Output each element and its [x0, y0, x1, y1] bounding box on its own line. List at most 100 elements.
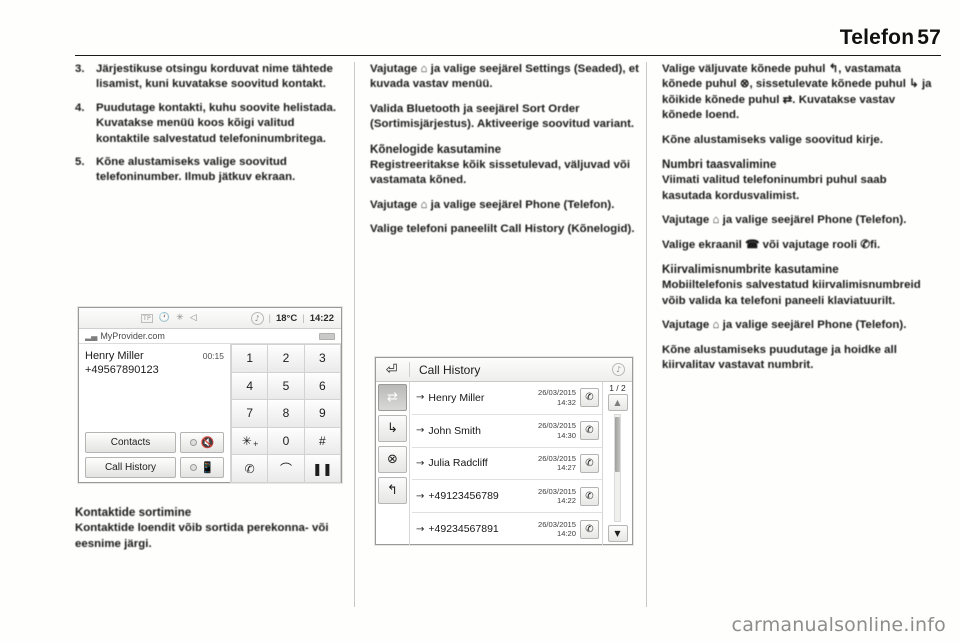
section-text-sorting: Kontaktide loendit võib sortida perekonn… [75, 522, 329, 550]
call-button[interactable]: ✆ [580, 519, 599, 539]
contacts-button[interactable]: Contacts [85, 432, 176, 453]
call-entry-time: 14:27 [556, 463, 576, 473]
paragraph-speed-dial-info: Mobiiltelefonis salvestatud kiirvalimisn… [662, 279, 921, 307]
call-button[interactable]: ✆ [580, 486, 599, 506]
scrollbar-track[interactable] [614, 414, 621, 522]
table-row[interactable]: → Julia Radcliff 26/03/2015 14:27 ✆ [412, 448, 602, 481]
call-history-button[interactable]: Call History [85, 457, 176, 478]
table-row[interactable]: → John Smith 26/03/2015 14:30 ✆ [412, 415, 602, 448]
filter-tab-missed-calls[interactable]: ⊗ [378, 446, 407, 473]
header-divider [409, 362, 410, 377]
call-hold-button[interactable]: ❚❚ [304, 455, 340, 482]
call-direction-icon: → [416, 490, 425, 502]
call-direction-icon: → [416, 457, 425, 469]
call-entry-time: 14:22 [556, 496, 576, 506]
phone-handset-icon: ✆ [244, 461, 255, 476]
page-header: Telefon 57 [75, 26, 941, 60]
scrollbar[interactable]: 1 / 2 ▲ ▼ [602, 382, 632, 545]
scrollbar-thumb[interactable] [615, 417, 620, 473]
section-heading-call-logs: Kõnelogide kasutamine [370, 142, 502, 156]
call-entry-name: Henry Miller [428, 391, 485, 404]
column-divider-2 [646, 62, 647, 607]
filter-tab-all-calls[interactable]: ⇄ [378, 384, 407, 411]
paragraph-settings-menu: Vajutage ⌂ ja valige seejärel Settings (… [370, 63, 639, 91]
list-item-text: Puudutage kontakti, kuhu soovite helista… [96, 101, 337, 145]
table-row[interactable]: → Henry Miller 26/03/2015 14:32 ✆ [412, 382, 602, 415]
call-entry-datetime: 26/03/2015 14:32 [538, 388, 576, 407]
keypad-key-5[interactable]: 5 [268, 372, 304, 400]
call-entry-datetime: 26/03/2015 14:30 [538, 421, 576, 440]
call-entry-name: +49123456789 [428, 490, 499, 503]
watermark: carmanualsonline.info [731, 614, 946, 636]
call-end-button[interactable]: ⌒ [268, 455, 304, 482]
manual-page: Telefon 57 3. Järjestikuse otsingu korduv… [0, 0, 960, 642]
list-item: 5. Kõne alustamiseks valige soovitud tel… [75, 155, 347, 186]
header-section-title: Telefon [839, 26, 915, 49]
call-direction-icon: → [416, 523, 425, 535]
music-note-icon[interactable]: ♪ [612, 363, 625, 376]
keypad-key-4[interactable]: 4 [232, 372, 268, 400]
call-history-list: → Henry Miller 26/03/2015 14:32 ✆ → John… [410, 382, 602, 545]
hangup-icon: ⌒ [279, 462, 292, 477]
temperature-readout: 18°C [275, 312, 298, 324]
call-history-body: ⇄ ↳ ⊗ ↰ → Henry Miller 26/03/2015 14:32 … [376, 382, 632, 545]
led-indicator [189, 439, 197, 446]
column-left: 3. Järjestikuse otsingu korduvat nime tä… [75, 62, 347, 194]
keypad-key-2[interactable]: 2 [268, 345, 304, 372]
clock-readout: 14:22 [309, 312, 334, 324]
back-icon[interactable]: ⏎ [383, 362, 400, 378]
keypad-key-3[interactable]: 3 [304, 345, 340, 372]
status-bar-icons: TP 🕐 ✳ ◁ [141, 313, 197, 323]
mute-microphone-button[interactable]: 🔇 [180, 432, 224, 453]
paragraph-speed-dial-open-phone: Vajutage ⌂ ja valige seejärel Phone (Tel… [662, 319, 907, 332]
call-button[interactable]: ✆ [580, 388, 599, 408]
phone-screen-body: Henry Miller 00:15 +49567890123 Contacts… [79, 344, 341, 483]
call-button[interactable]: ✆ [580, 453, 599, 473]
keypad-key-0[interactable]: 0 [268, 427, 304, 455]
call-entry-datetime: 26/03/2015 14:22 [538, 487, 576, 506]
list-item-number: 5. [75, 156, 85, 169]
paragraph-speed-dial-hold: Kõne alustamiseks puudutage ja hoidke al… [662, 343, 897, 372]
keypad-key-9[interactable]: 9 [304, 400, 340, 427]
call-answer-button[interactable]: ✆ [232, 455, 268, 482]
call-entry-date: 26/03/2015 [537, 388, 576, 398]
keypad-key-6[interactable]: 6 [304, 372, 340, 400]
column-right: Valige väljuvate kõnede puhul ↰, vastama… [662, 62, 934, 383]
status-bar-right: ♪ | 18°C | 14:22 [250, 311, 334, 325]
list-item-text: Järjestikuse otsingu korduvat nime tähte… [96, 63, 333, 91]
call-entry-time: 14:20 [556, 529, 576, 539]
bluetooth-icon: ✳ [176, 313, 184, 323]
call-entry-name: Julia Radcliff [428, 457, 488, 470]
table-row[interactable]: → +49123456789 26/03/2015 14:22 ✆ [412, 480, 602, 514]
call-duration: 00:15 [202, 351, 224, 361]
provider-name: MyProvider.com [100, 331, 165, 341]
keypad-key-7[interactable]: 7 [232, 400, 268, 427]
column-middle: Vajutage ⌂ ja valige seejärel Settings (… [370, 62, 642, 247]
call-direction-icon: → [416, 392, 425, 404]
call-button[interactable]: ✆ [580, 421, 599, 441]
pause-icon: ❚❚ [312, 461, 333, 476]
scroll-down-button[interactable]: ▼ [607, 525, 628, 542]
filter-tab-outgoing-calls[interactable]: ↰ [378, 477, 407, 504]
call-entry-time: 14:30 [556, 430, 576, 440]
handset-icon: 📱 [200, 461, 215, 474]
scroll-up-button[interactable]: ▲ [607, 394, 628, 411]
call-entry-date: 26/03/2015 [537, 454, 576, 464]
handset-transfer-button[interactable]: 📱 [180, 457, 224, 478]
call-entry-name: John Smith [428, 424, 481, 437]
status-bar: TP 🕐 ✳ ◁ ♪ | 18°C | 14:22 [79, 308, 341, 329]
soft-key-row: Contacts 🔇 [85, 432, 224, 453]
battery-icon [319, 332, 335, 340]
keypad-key-hash[interactable]: # [304, 427, 340, 455]
keypad-key-1[interactable]: 1 [232, 345, 268, 372]
paragraph-call-types: Registreeritakse kõik sissetulevad, välj… [370, 159, 631, 187]
paragraph-redial-info: Viimati valitud telefoninumbri puhul saa… [662, 174, 887, 202]
table-row[interactable]: → +49234567891 26/03/2015 14:20 ✆ [412, 513, 602, 545]
tp-icon: TP [141, 313, 153, 323]
keypad-key-8[interactable]: 8 [268, 400, 304, 427]
paragraph-start-call: Kõne alustamiseks valige soovitud kirje. [662, 133, 884, 146]
keypad-key-star[interactable]: ✳ + [232, 427, 268, 455]
section-heading-speed-dial: Kiirvalimisnumbrite kasutamine [662, 263, 839, 277]
filter-tab-incoming-calls[interactable]: ↳ [378, 415, 407, 442]
call-entry-date: 26/03/2015 [537, 421, 576, 431]
